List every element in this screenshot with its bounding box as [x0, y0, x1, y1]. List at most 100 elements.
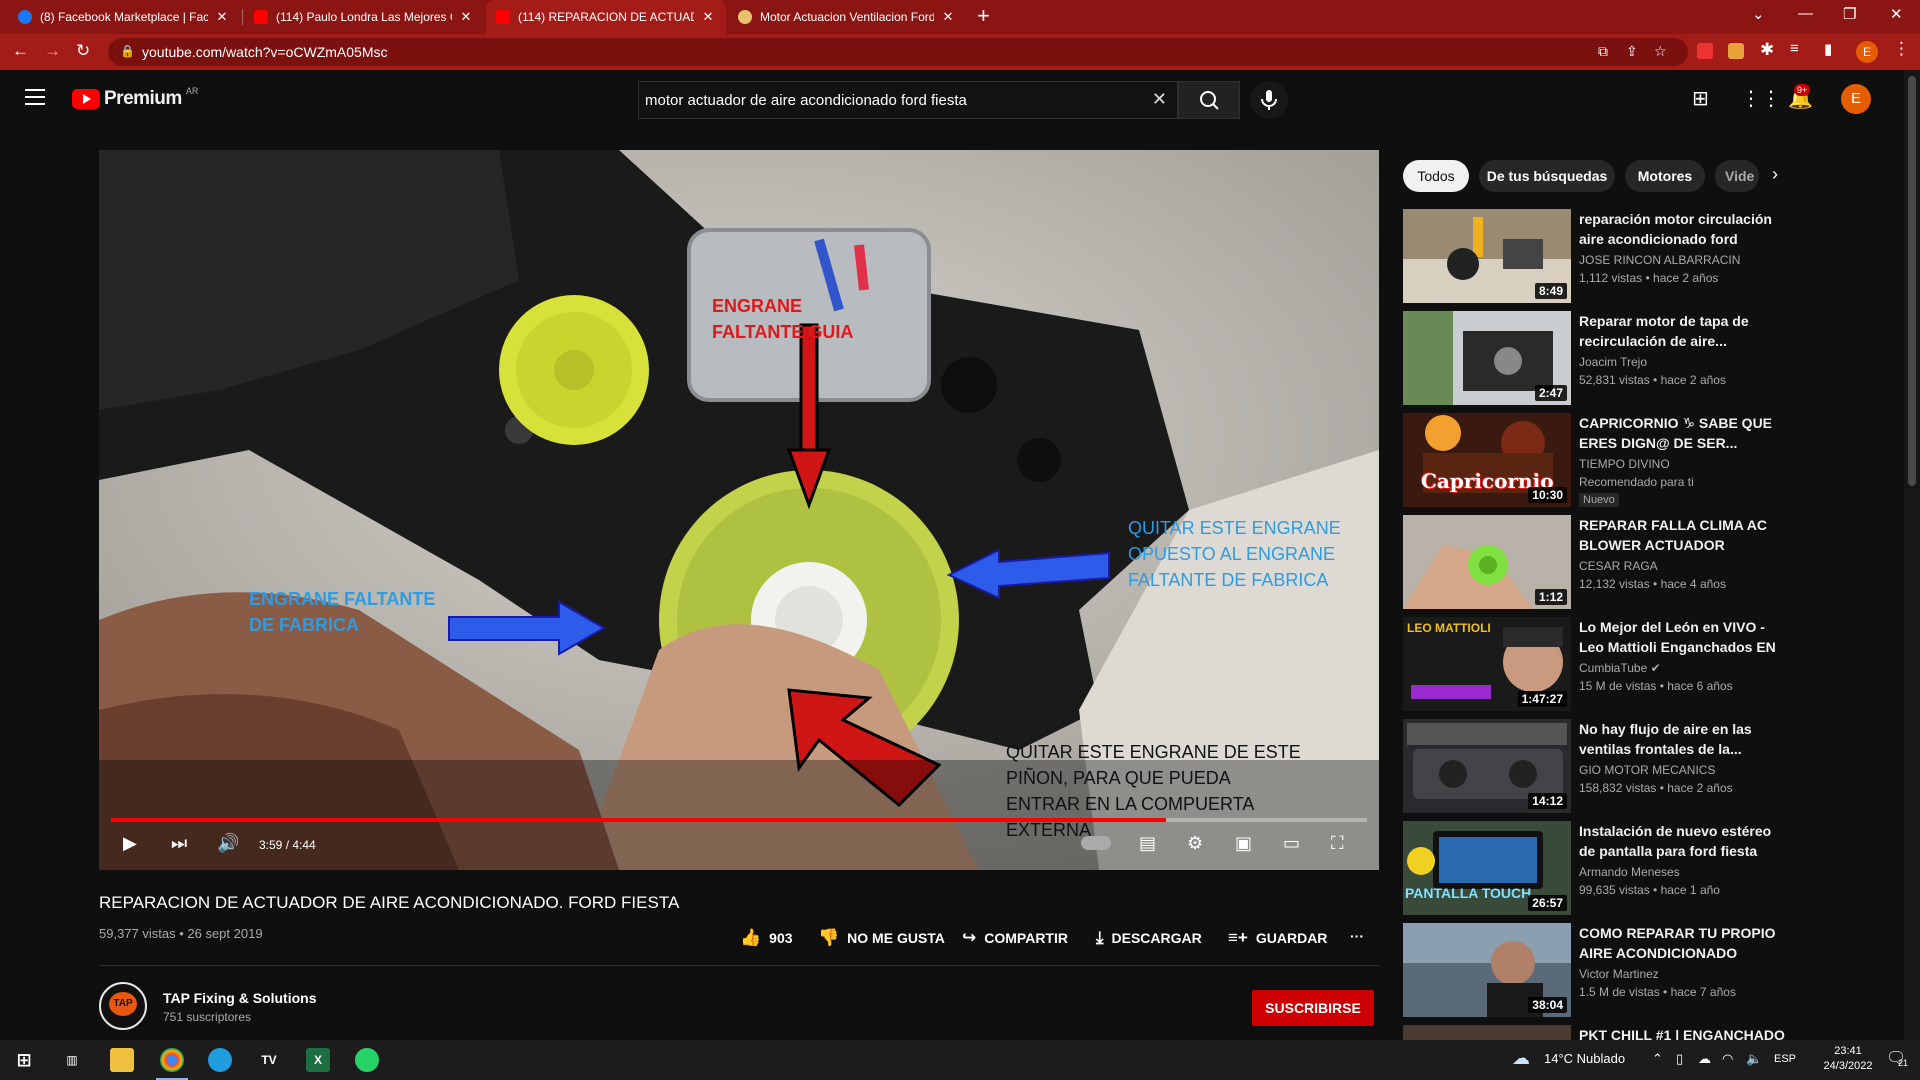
channel-avatar[interactable]: TAP — [99, 982, 147, 1030]
side-panel-icon[interactable]: ▮ — [1824, 40, 1832, 58]
video-thumbnail[interactable] — [1403, 1025, 1571, 1040]
chevron-up-icon[interactable]: ⌃ — [1652, 1051, 1663, 1067]
apps-grid-icon[interactable]: ⋮⋮ — [1741, 86, 1781, 111]
recommendation-title[interactable]: reparación motor circulación aire acondi… — [1579, 209, 1789, 249]
reading-list-icon[interactable]: ≡ — [1790, 40, 1799, 57]
video-thumbnail[interactable]: 1:12 — [1403, 515, 1571, 609]
onedrive-icon[interactable]: ☁ — [1698, 1051, 1711, 1067]
search-button[interactable] — [1178, 81, 1240, 119]
video-progress-bar[interactable] — [111, 818, 1367, 822]
fullscreen-icon[interactable]: ⛶ — [1331, 833, 1344, 854]
chip-de-tus-busquedas[interactable]: De tus búsquedas — [1479, 160, 1615, 192]
more-actions-button[interactable]: ··· — [1350, 928, 1364, 944]
close-icon[interactable]: ✕ — [700, 9, 716, 25]
close-window-button[interactable]: ✕ — [1890, 5, 1903, 23]
menu-kebab-icon[interactable]: ⋮ — [1893, 39, 1910, 59]
recommendation-title[interactable]: No hay flujo de aire en las ventilas fro… — [1579, 719, 1789, 759]
recommendation-channel[interactable]: TIEMPO DIVINO — [1579, 457, 1670, 471]
browser-tab[interactable]: (8) Facebook Marketplace | Faceb ✕ — [8, 0, 240, 34]
recommendation-title[interactable]: Lo Mejor del León en VIVO - Leo Mattioli… — [1579, 617, 1789, 657]
recommendation-item[interactable]: 2:47 Reparar motor de tapa de recirculac… — [1403, 311, 1903, 407]
recommendation-item[interactable]: PANTALLA TOUCH 26:57 Instalación de nuev… — [1403, 821, 1903, 917]
close-icon[interactable]: ✕ — [214, 9, 230, 25]
recommendation-channel[interactable]: CESAR RAGA — [1579, 559, 1658, 573]
autoplay-toggle[interactable] — [1081, 836, 1111, 850]
volume-icon[interactable]: 🔊 — [217, 833, 239, 854]
recommendation-title[interactable]: PKT CHILL #1 | ENGANCHADO — [1579, 1025, 1789, 1040]
next-icon[interactable]: ⏭ — [171, 833, 187, 854]
voice-search-button[interactable] — [1250, 81, 1288, 119]
page-scrollbar-thumb[interactable] — [1908, 76, 1916, 486]
video-thumbnail[interactable]: LEO MATTIOLI 1:47:27 — [1403, 617, 1571, 711]
search-query[interactable]: motor actuador de aire acondicionado for… — [645, 92, 967, 109]
recommendation-title[interactable]: Reparar motor de tapa de recirculación d… — [1579, 311, 1789, 351]
recommendation-channel[interactable]: GIO MOTOR MECANICS — [1579, 763, 1715, 777]
video-thumbnail[interactable]: 8:49 — [1403, 209, 1571, 303]
bookmark-star-icon[interactable]: ☆ — [1654, 43, 1667, 60]
subscribe-button[interactable]: SUSCRIBIRSE — [1252, 990, 1374, 1026]
recommendation-item[interactable]: 14:12 No hay flujo de aire en las ventil… — [1403, 719, 1903, 815]
recommendation-item[interactable]: Capricornio 10:30 CAPRICORNIO ♑ SABE QUE… — [1403, 413, 1903, 509]
recommendation-item[interactable]: 8:49 reparación motor circulación aire a… — [1403, 209, 1903, 305]
subtitles-icon[interactable]: ▤ — [1139, 833, 1156, 854]
speaker-icon[interactable]: 🔈 — [1746, 1051, 1762, 1067]
chip-motores[interactable]: Motores — [1625, 160, 1705, 192]
chrome-icon[interactable] — [160, 1048, 184, 1072]
miniplayer-icon[interactable]: ▣ — [1235, 833, 1252, 854]
settings-gear-icon[interactable]: ⚙ — [1187, 833, 1203, 854]
theater-mode-icon[interactable]: ▭ — [1283, 833, 1300, 854]
recommendation-item[interactable]: PKT CHILL #1 | ENGANCHADO — [1403, 1025, 1903, 1040]
recommendation-title[interactable]: CAPRICORNIO ♑ SABE QUE ERES DIGN@ DE SER… — [1579, 413, 1789, 453]
browser-tab[interactable]: (114) Paulo Londra Las Mejores C ✕ — [244, 0, 484, 34]
hamburger-menu-icon[interactable] — [25, 89, 45, 105]
video-thumbnail[interactable]: 14:12 — [1403, 719, 1571, 813]
download-button[interactable]: ⤓ DESCARGAR — [1096, 928, 1202, 948]
recommendation-title[interactable]: REPARAR FALLA CLIMA AC BLOWER ACTUADOR D… — [1579, 515, 1789, 555]
search-input[interactable]: motor actuador de aire acondicionado for… — [638, 81, 1178, 119]
play-icon[interactable]: ▶ — [123, 833, 137, 854]
recommendation-channel[interactable]: Joacim Trejo — [1579, 355, 1647, 369]
chevron-right-icon[interactable]: › — [1772, 164, 1778, 185]
video-thumbnail[interactable]: 2:47 — [1403, 311, 1571, 405]
back-icon[interactable]: ← — [12, 41, 29, 61]
recommendation-channel[interactable]: Armando Meneses — [1579, 865, 1680, 879]
chip-todos[interactable]: Todos — [1403, 160, 1469, 192]
extension-icon[interactable] — [1728, 43, 1744, 59]
edge-icon[interactable] — [208, 1048, 232, 1072]
video-thumbnail[interactable]: 38:04 — [1403, 923, 1571, 1017]
omnibox[interactable]: 🔒 youtube.com/watch?v=oCWZmA05Msc ⧉ ⇪ ☆ — [108, 38, 1688, 66]
youtube-logo[interactable]: Premium AR — [72, 86, 198, 110]
forward-icon[interactable]: → — [44, 41, 61, 61]
chip-videos[interactable]: Vide — [1715, 160, 1759, 192]
profile-avatar[interactable]: E — [1856, 41, 1878, 63]
maximize-button[interactable]: ❐ — [1843, 5, 1856, 23]
close-icon[interactable]: ✕ — [458, 9, 474, 25]
clear-search-icon[interactable]: ✕ — [1152, 89, 1167, 110]
wifi-icon[interactable]: ◠ — [1722, 1051, 1733, 1067]
language-indicator[interactable]: ESP — [1774, 1053, 1796, 1065]
recommendation-title[interactable]: COMO REPARAR TU PROPIO AIRE ACONDICIONAD… — [1579, 923, 1789, 963]
tradingview-icon[interactable]: TV — [257, 1048, 281, 1072]
windows-start-icon[interactable]: ⊞ — [12, 1048, 36, 1072]
recommendation-item[interactable]: 38:04 COMO REPARAR TU PROPIO AIRE ACONDI… — [1403, 923, 1903, 1019]
video-player[interactable]: ENGRANE FALTANTE GUIA QUITAR ESTE ENGRAN… — [99, 150, 1379, 870]
file-explorer-icon[interactable] — [110, 1048, 134, 1072]
recommendation-channel[interactable]: CumbiaTube ✔ — [1579, 661, 1661, 675]
url-text[interactable]: youtube.com/watch?v=oCWZmA05Msc — [142, 44, 387, 60]
recommendation-channel[interactable]: JOSE RINCON ALBARRACIN — [1579, 253, 1740, 267]
whatsapp-icon[interactable] — [355, 1048, 379, 1072]
reload-icon[interactable]: ↻ — [76, 41, 90, 61]
account-avatar[interactable]: E — [1841, 84, 1871, 114]
tab-search-icon[interactable]: ⌄ — [1752, 5, 1765, 23]
excel-icon[interactable]: X — [306, 1048, 330, 1072]
minimize-button[interactable]: — — [1798, 5, 1813, 22]
share-icon[interactable]: ⇪ — [1626, 43, 1638, 60]
task-view-icon[interactable]: ▥ — [60, 1048, 84, 1072]
like-button[interactable]: 👍 903 — [740, 928, 793, 948]
recommendation-item[interactable]: 1:12 REPARAR FALLA CLIMA AC BLOWER ACTUA… — [1403, 515, 1903, 611]
browser-tab[interactable]: Motor Actuacion Ventilacion Ford ✕ — [728, 0, 966, 34]
channel-name[interactable]: TAP Fixing & Solutions — [163, 990, 316, 1006]
device-icon[interactable]: ▯ — [1676, 1051, 1683, 1067]
video-thumbnail[interactable]: Capricornio 10:30 — [1403, 413, 1571, 507]
recommendation-channel[interactable]: Victor Martinez — [1579, 967, 1659, 981]
